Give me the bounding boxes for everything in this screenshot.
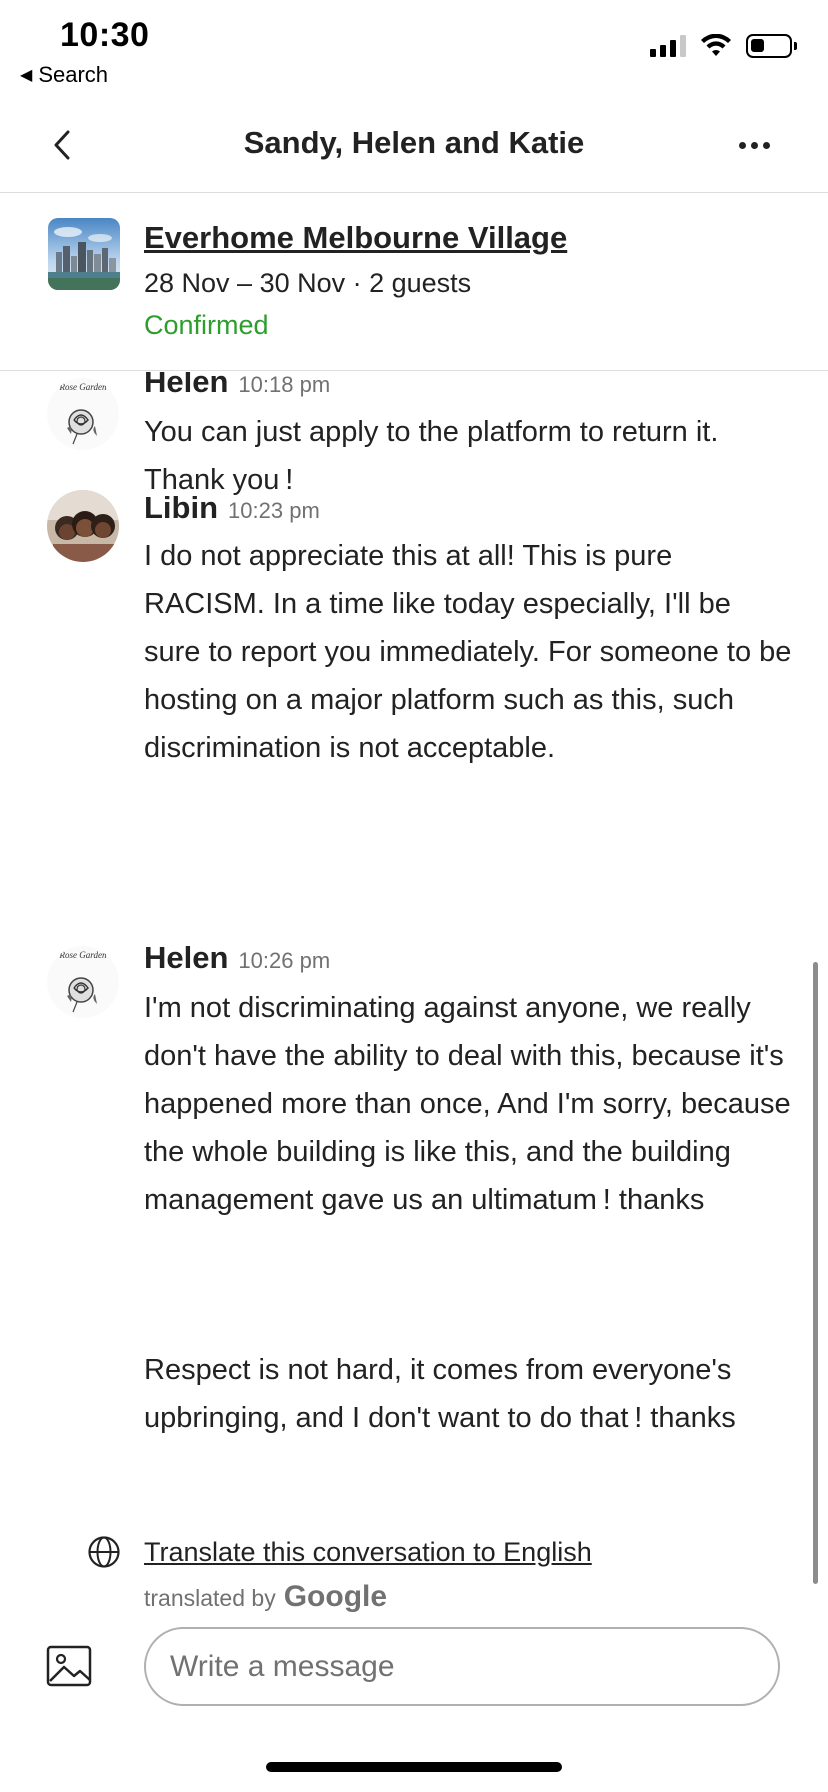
- cellular-signal-icon: [650, 35, 686, 57]
- status-icons: [650, 34, 797, 58]
- conversation-header: Sandy, Helen and Katie: [0, 95, 828, 193]
- message-input-placeholder: Write a message: [170, 1649, 395, 1683]
- message-time: 10:23 pm: [228, 498, 320, 523]
- back-to-search-link[interactable]: ◀ Search: [20, 62, 108, 88]
- city-skyline-thumbnail: [48, 218, 120, 290]
- more-options-button[interactable]: [732, 125, 776, 165]
- listing-dates: 28 Nov – 30 Nov · 2 guests: [144, 268, 472, 298]
- translated-by-attribution: translated by Google: [144, 1580, 387, 1614]
- more-dot-icon: [762, 141, 770, 149]
- status-time: 10:30: [60, 16, 150, 54]
- message-text: I do not appreciate this at all! This is…: [144, 540, 792, 764]
- battery-level: [751, 39, 764, 52]
- status-bar: 10:30 ◀ Search: [0, 0, 828, 95]
- reservation-status: Confirmed: [144, 310, 269, 340]
- sender-name: Libin: [144, 490, 219, 525]
- message-time: 10:18 pm: [238, 372, 331, 397]
- message-header: Helen 10:26 pm: [144, 940, 330, 976]
- conversation-title: Sandy, Helen and Katie: [243, 125, 585, 160]
- sender-name: Helen: [144, 372, 229, 399]
- message-input[interactable]: Write a message: [144, 1627, 780, 1706]
- message-header: Helen 10:18 pm: [144, 372, 330, 400]
- message-text: I'm not discriminating against anyone, w…: [144, 992, 791, 1216]
- image-icon[interactable]: [46, 1643, 96, 1689]
- conversation-screen: 10:30 ◀ Search Sandy, Helen and Katie Ev…: [0, 0, 828, 1792]
- sender-avatar-libin[interactable]: [47, 490, 119, 562]
- listing-name-link[interactable]: Everhome Melbourne Village: [144, 220, 567, 256]
- sender-avatar-helen[interactable]: Rose Garden: [47, 946, 119, 1018]
- google-logo: Google: [283, 1580, 388, 1613]
- back-to-search-label: Search: [38, 62, 109, 87]
- battery-icon: [746, 34, 797, 58]
- globe-icon: [88, 1536, 120, 1568]
- message-thread: Rose Garden Helen 10:18 pm You can just …: [0, 372, 828, 1610]
- avatar-logo-text: Rose Garden: [59, 382, 107, 392]
- message-time: 10:26 pm: [238, 948, 331, 973]
- message-header: Libin 10:23 pm: [144, 490, 320, 526]
- rose-garden-logo-avatar: Rose Garden: [47, 946, 119, 1018]
- reservation-card[interactable]: Everhome Melbourne Village 28 Nov – 30 N…: [0, 194, 828, 371]
- scrollbar[interactable]: [813, 962, 818, 1584]
- back-triangle-icon: ◀: [20, 67, 33, 84]
- sender-avatar-helen[interactable]: Rose Garden: [47, 378, 119, 450]
- message-text: Respect is not hard, it comes from every…: [144, 1354, 736, 1434]
- more-dot-icon: [750, 141, 758, 149]
- group-photo-avatar: [47, 490, 119, 562]
- sender-name: Helen: [144, 940, 229, 975]
- translate-conversation-link[interactable]: Translate this conversation to English: [144, 1537, 592, 1568]
- home-indicator[interactable]: [266, 1762, 562, 1772]
- avatar-logo-text: Rose Garden: [59, 950, 107, 960]
- rose-garden-logo-avatar: Rose Garden: [47, 378, 119, 450]
- listing-thumbnail[interactable]: [48, 218, 120, 290]
- wifi-icon: [701, 34, 731, 56]
- translated-by-label: translated by: [144, 1585, 276, 1611]
- more-dot-icon: [738, 141, 746, 149]
